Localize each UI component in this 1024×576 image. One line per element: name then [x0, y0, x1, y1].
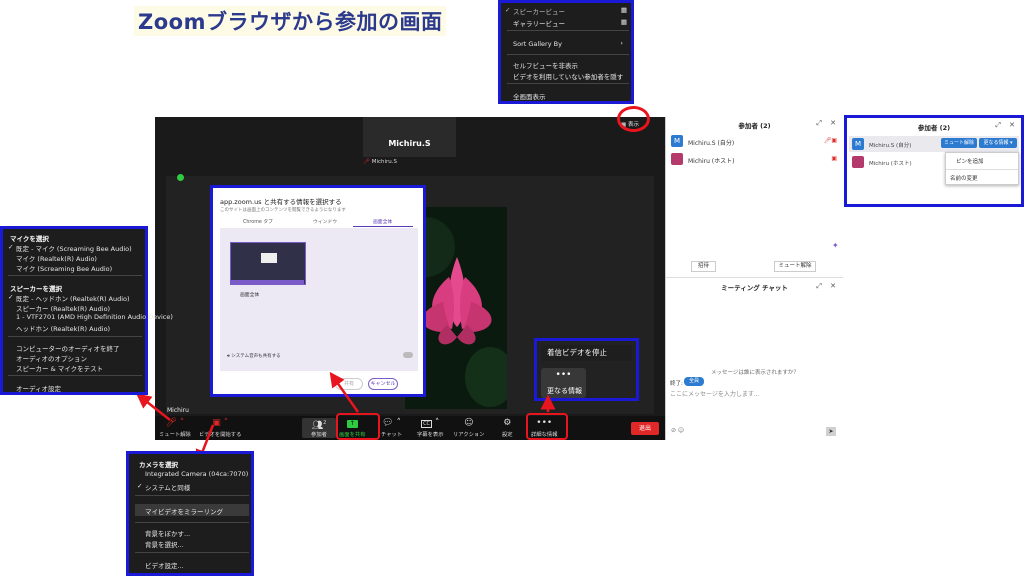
menu-item-mic[interactable]: マイク (Screaming Bee Audio) [16, 263, 112, 273]
menu-item-audio-options[interactable]: オーディオのオプション [16, 353, 87, 363]
check-icon: ✓ [8, 293, 14, 301]
speaker-section-header: スピーカーを選択 [10, 285, 62, 293]
menu-item-video-settings[interactable]: ビデオ設定... [145, 560, 184, 570]
camera-menu: カメラを選択 Integrated Camera (04ca:7070) ✓ シ… [126, 451, 254, 576]
menu-item-rename[interactable]: 名前の変更 [950, 174, 978, 182]
menu-item-speaker[interactable]: ヘッドホン (Realtek(R) Audio) [16, 323, 110, 333]
menu-item-speaker[interactable]: 1 - VTF2701 (AMD High Definition Audio D… [16, 313, 173, 321]
popout-icon[interactable]: ⤢ [816, 282, 822, 291]
avatar: M [852, 138, 864, 150]
popout-icon[interactable]: ⤢ [816, 119, 822, 128]
avatar [671, 153, 683, 165]
avatar [852, 156, 864, 168]
close-icon[interactable]: ✕ [1009, 121, 1015, 129]
attach-icon[interactable]: ⊘ ☺︎ [671, 427, 684, 434]
menu-item-mic[interactable]: マイク (Realtek(R) Audio) [16, 253, 97, 263]
unmute-button[interactable]: ミュート解除 [941, 138, 977, 148]
menu-item-camera[interactable]: Integrated Camera (04ca:7070) [145, 470, 248, 478]
menu-item-mirror-video[interactable]: マイビデオをミラーリング [135, 504, 249, 516]
participant-dropdown: ピンを追加 名前の変更 [945, 152, 1019, 185]
sparkle-icon[interactable]: ✦ [832, 241, 839, 250]
participant-row[interactable]: Michiru (ホスト) ▣ [671, 153, 839, 167]
send-icon[interactable]: ➤ [826, 427, 836, 436]
audio-menu: マイクを選択 ✓ 既定 - マイク (Screaming Bee Audio) … [0, 226, 173, 395]
menu-item-choose-bg[interactable]: 背景を選択... [145, 539, 184, 549]
participant-row[interactable]: Michiru (ホスト) [849, 156, 939, 170]
menu-item-blur-bg[interactable]: 背景をぼかす... [145, 528, 190, 538]
close-icon[interactable]: ✕ [830, 119, 836, 127]
menu-item-leave-audio[interactable]: コンピューターのオーディオを終了 [16, 343, 120, 353]
menu-item-speaker[interactable]: 既定 - ヘッドホン (Realtek(R) Audio) [16, 293, 130, 303]
participants-popup: 参加者 (2) ✕ ⤢ M Michiru.S (自分) ミュート解除 更なる情… [844, 115, 1024, 207]
participants-panel: 参加者 (2) ⤢ ✕ M Michiru.S (自分) 🎤︎▣ Michiru… [665, 117, 843, 440]
menu-item-camera[interactable]: システムと同様 [145, 482, 190, 492]
chat-visibility-hint[interactable]: メッセージは誰に表示されますか？ [711, 368, 799, 376]
menu-item-speaker[interactable]: スピーカー (Realtek(R) Audio) [16, 303, 110, 313]
check-icon: ✓ [137, 482, 143, 490]
menu-item-audio-settings[interactable]: オーディオ設定 [16, 383, 61, 393]
unmute-all-button[interactable]: ミュート解除 [774, 261, 816, 272]
chat-to-label: 終了: [670, 381, 683, 387]
check-icon: ✓ [8, 243, 14, 251]
chat-message-input[interactable]: ここにメッセージを入力します... [670, 389, 760, 398]
invite-button[interactable]: 招待 [691, 261, 716, 272]
close-icon[interactable]: ✕ [830, 282, 836, 290]
menu-item-mic[interactable]: 既定 - マイク (Screaming Bee Audio) [16, 243, 132, 253]
menu-item-pin[interactable]: ピンを追加 [956, 157, 984, 165]
camera-section-header: カメラを選択 [139, 461, 178, 469]
video-muted-icon: ▣ [831, 155, 837, 162]
participant-row[interactable]: M Michiru.S (自分) 🎤︎▣ [671, 135, 839, 149]
mic-section-header: マイクを選択 [10, 235, 49, 243]
popout-icon[interactable]: ⤢ [995, 121, 1001, 130]
mic-video-muted-icon: 🎤︎▣ [823, 137, 837, 144]
avatar: M [671, 135, 683, 147]
menu-item-test-audio[interactable]: スピーカー & マイクをテスト [16, 363, 103, 373]
more-info-button[interactable]: 更なる情報 ▾ [979, 138, 1017, 148]
chat-recipient-select[interactable]: 全員 [684, 377, 704, 386]
